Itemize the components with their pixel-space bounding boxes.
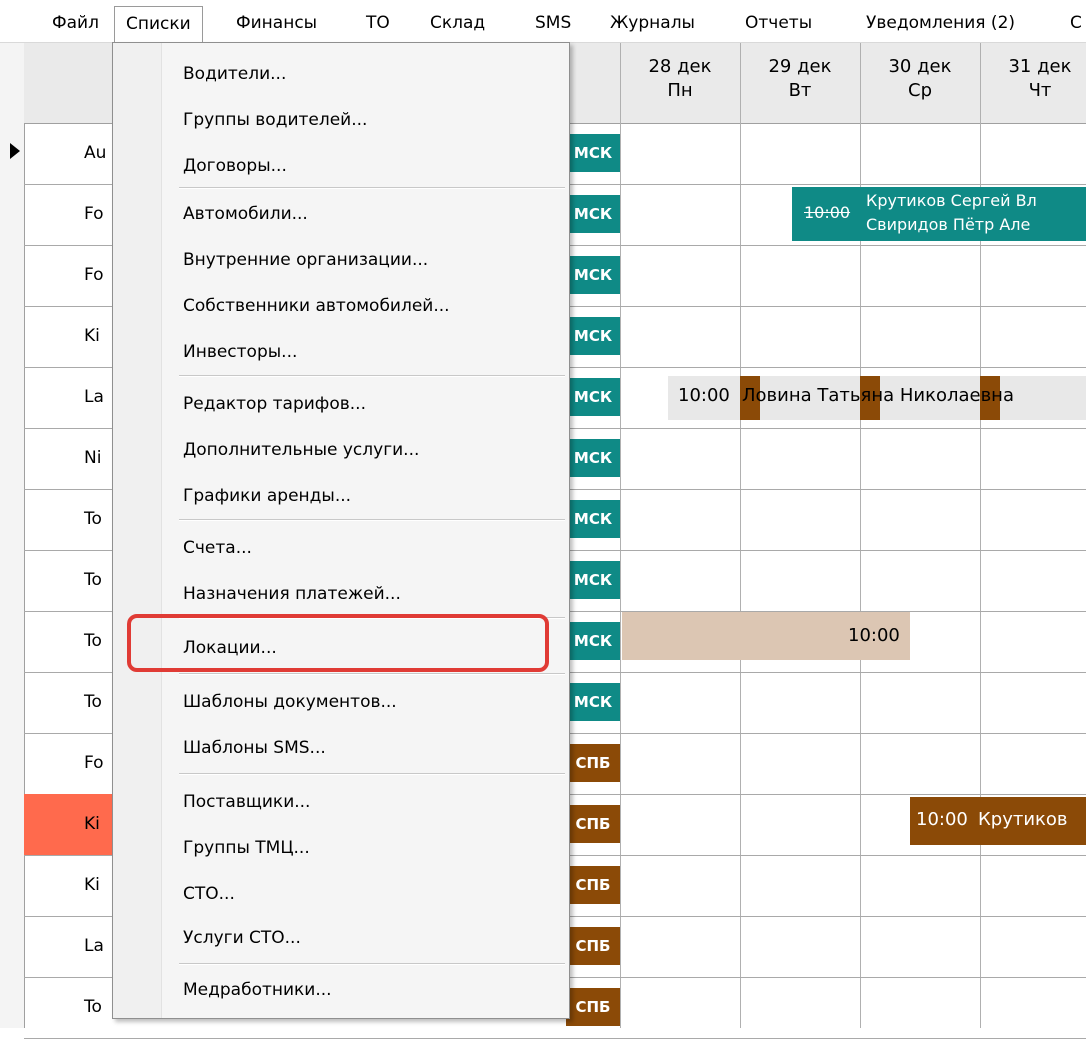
menu-item-tariff-editor[interactable]: Редактор тарифов... bbox=[183, 389, 366, 419]
car-name: Ki bbox=[84, 326, 100, 346]
car-name: To bbox=[84, 692, 102, 712]
car-name: To bbox=[84, 631, 102, 651]
menu-item-driver-groups[interactable]: Группы водителей... bbox=[183, 105, 367, 135]
menu-separator bbox=[179, 375, 565, 377]
menu-notifications[interactable]: Уведомления (2) bbox=[866, 8, 1015, 38]
menu-warehouse[interactable]: Склад bbox=[430, 8, 485, 38]
current-row-arrow-icon bbox=[10, 143, 20, 159]
booking-client: Крутиков bbox=[978, 809, 1068, 830]
menu-journals[interactable]: Журналы bbox=[610, 8, 695, 38]
location-badge: МСК bbox=[566, 195, 620, 233]
menu-finance[interactable]: Финансы bbox=[236, 8, 317, 38]
car-name: To bbox=[84, 509, 102, 529]
menu-item-drivers[interactable]: Водители... bbox=[183, 59, 286, 89]
menu-icon-gutter bbox=[113, 43, 162, 1018]
location-badge: МСК bbox=[566, 317, 620, 355]
menu-item-inventory-groups[interactable]: Группы ТМЦ... bbox=[183, 833, 310, 863]
location-badge: МСК bbox=[566, 500, 620, 538]
menu-lists[interactable]: Списки bbox=[114, 6, 203, 42]
location-badge: МСК bbox=[566, 561, 620, 599]
menu-separator bbox=[179, 963, 565, 965]
menu-item-car-owners[interactable]: Собственники автомобилей... bbox=[183, 291, 450, 321]
car-name: Ki bbox=[84, 875, 100, 895]
location-badge: МСК bbox=[566, 683, 620, 721]
booking-time: 10:00 bbox=[804, 203, 851, 222]
day-header-28: 28 дек Пн bbox=[620, 55, 740, 103]
menu-item-sms-templates[interactable]: Шаблоны SMS... bbox=[183, 733, 326, 763]
booking-client: Ловина Татьяна Николаевна bbox=[742, 385, 1014, 406]
menu-item-station-services[interactable]: Услуги СТО... bbox=[183, 923, 301, 953]
booking-line1: Крутиков Сергей Вл bbox=[866, 191, 1037, 210]
menu-item-contracts[interactable]: Договоры... bbox=[183, 151, 287, 181]
booking-event[interactable]: 10:00 bbox=[622, 612, 910, 660]
car-name: Fo bbox=[84, 753, 104, 773]
highlight-annotation bbox=[127, 614, 549, 672]
location-badge: МСК bbox=[566, 256, 620, 294]
car-name: To bbox=[84, 570, 102, 590]
location-badge: МСК bbox=[566, 378, 620, 416]
car-name: To bbox=[84, 997, 102, 1017]
day-date: 29 дек bbox=[768, 56, 832, 77]
menu-file[interactable]: Файл bbox=[52, 8, 99, 38]
booking-time: 10:00 bbox=[678, 385, 730, 406]
location-badge: СПБ bbox=[566, 927, 620, 965]
menu-separator bbox=[179, 519, 565, 521]
booking-event[interactable]: 10:00 Крутиков Сергей Вл Свиридов Пётр А… bbox=[792, 187, 1086, 241]
location-badge: МСК bbox=[566, 622, 620, 660]
menu-item-internal-orgs[interactable]: Внутренние организации... bbox=[183, 245, 428, 275]
menu-item-service-stations[interactable]: СТО... bbox=[183, 879, 235, 909]
day-header-30: 30 дек Ср bbox=[860, 55, 980, 103]
booking-event[interactable]: 10:00 Ловина Татьяна Николаевна bbox=[668, 376, 1086, 420]
menu-separator bbox=[179, 773, 565, 775]
menu-item-payment-purposes[interactable]: Назначения платежей... bbox=[183, 579, 401, 609]
day-weekday: Чт bbox=[1028, 80, 1052, 101]
menu-item-doc-templates[interactable]: Шаблоны документов... bbox=[183, 687, 397, 717]
day-date: 30 дек bbox=[888, 56, 952, 77]
menu-item-extra-services[interactable]: Дополнительные услуги... bbox=[183, 435, 419, 465]
menu-item-medical-staff[interactable]: Медработники... bbox=[183, 975, 332, 1005]
menu-more[interactable]: С bbox=[1070, 8, 1082, 38]
day-header-29: 29 дек Вт bbox=[740, 55, 860, 103]
location-badge: МСК bbox=[566, 439, 620, 477]
menu-separator bbox=[179, 187, 565, 189]
car-name: Au bbox=[84, 143, 107, 163]
lists-dropdown-menu: Водители... Группы водителей... Договоры… bbox=[112, 42, 570, 1019]
menu-reports[interactable]: Отчеты bbox=[745, 8, 812, 38]
menu-to[interactable]: ТО bbox=[366, 8, 390, 38]
location-badge: СПБ bbox=[566, 866, 620, 904]
location-badge: СПБ bbox=[566, 805, 620, 843]
day-date: 28 дек bbox=[648, 56, 712, 77]
booking-time: 10:00 bbox=[916, 809, 968, 830]
day-weekday: Вт bbox=[788, 80, 812, 101]
car-name: Fo bbox=[84, 204, 104, 224]
booking-time: 10:00 bbox=[848, 625, 900, 646]
booking-event[interactable]: 10:00 Крутиков bbox=[910, 797, 1086, 845]
menu-separator bbox=[179, 673, 565, 675]
menu-sms[interactable]: SMS bbox=[535, 8, 571, 38]
day-weekday: Ср bbox=[908, 80, 932, 101]
day-header-31: 31 дек Чт bbox=[980, 55, 1086, 103]
car-name: La bbox=[84, 936, 104, 956]
car-name: Ki bbox=[24, 794, 114, 855]
menu-bar: Файл Списки Финансы ТО Склад SMS Журналы… bbox=[0, 0, 1086, 43]
menu-item-rent-schedules[interactable]: Графики аренды... bbox=[183, 481, 351, 511]
day-date: 31 дек bbox=[1008, 56, 1072, 77]
booking-line2: Свиридов Пётр Але bbox=[866, 215, 1031, 234]
menu-item-suppliers[interactable]: Поставщики... bbox=[183, 787, 310, 817]
car-name: Fo bbox=[84, 265, 104, 285]
location-badge: МСК bbox=[566, 134, 620, 172]
row-selector-column bbox=[0, 43, 25, 1028]
location-badge: СПБ bbox=[566, 988, 620, 1026]
menu-item-investors[interactable]: Инвесторы... bbox=[183, 337, 297, 367]
car-name: La bbox=[84, 387, 104, 407]
menu-item-cars[interactable]: Автомобили... bbox=[183, 199, 308, 229]
day-weekday: Пн bbox=[667, 80, 693, 101]
menu-item-invoices[interactable]: Счета... bbox=[183, 533, 252, 563]
car-name: Ni bbox=[84, 448, 102, 468]
location-badge: СПБ bbox=[566, 744, 620, 782]
